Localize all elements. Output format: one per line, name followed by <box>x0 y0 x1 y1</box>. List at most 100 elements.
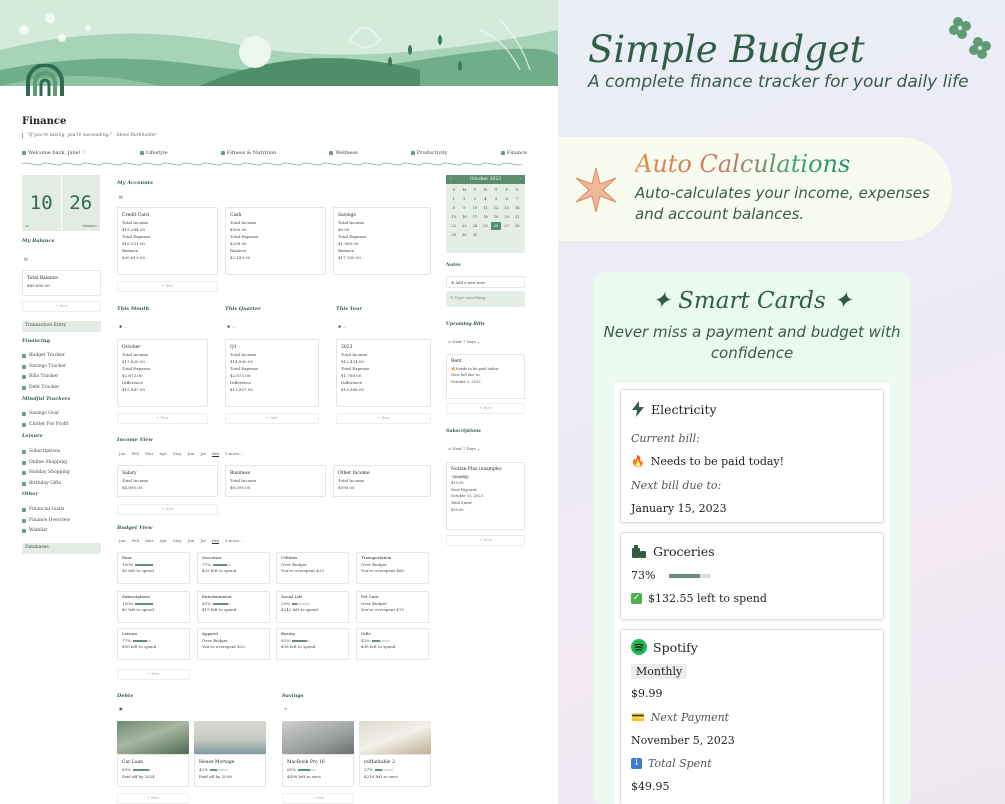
period-card-month[interactable]: October Total Income $17,820.00 Total Expen… <box>117 339 208 407</box>
calendar-day[interactable]: 3 <box>470 195 480 203</box>
tab-apr[interactable]: Apr <box>159 451 166 457</box>
calendar-day[interactable]: 24 <box>470 222 480 230</box>
tab-jul[interactable]: Jul <box>200 538 205 544</box>
account-card-savings[interactable]: Savings Total Income $0.00 Total Expense $1,… <box>333 207 431 275</box>
subscription-card[interactable]: Notion Plus (example) Monthly $10.00 Next P… <box>446 462 525 530</box>
income-card-other[interactable]: Other Income Total Income $590.00 <box>333 465 431 497</box>
debts-view-icon[interactable]: ▣ <box>119 706 123 711</box>
tab-jan[interactable]: Jan <box>119 451 126 457</box>
quarter-new-button[interactable]: + New <box>225 413 319 424</box>
budget-card[interactable]: Groceries 77% $33 left to spend <box>197 552 270 584</box>
calendar-day[interactable]: 5 <box>491 195 501 203</box>
calendar-day[interactable]: 23 <box>460 222 470 230</box>
nav-welcome[interactable]: Welcome back, Jane! ♡ <box>22 150 87 156</box>
tab-may[interactable]: May <box>173 451 182 457</box>
calendar-day[interactable]: 6 <box>502 195 512 203</box>
databases-link[interactable]: Databases <box>22 543 101 554</box>
calendar-day[interactable]: 8 <box>449 204 459 212</box>
accounts-view-icon[interactable]: ▤ <box>119 194 123 199</box>
calendar-day[interactable] <box>481 231 491 239</box>
calendar-day[interactable]: 28 <box>512 222 522 230</box>
subs-new-button[interactable]: + New <box>446 535 525 546</box>
calendar-day[interactable] <box>512 231 522 239</box>
tab-jun[interactable]: Jun <box>188 538 195 544</box>
calendar-day[interactable]: 14 <box>512 204 522 212</box>
upcoming-new-button[interactable]: + New <box>446 403 525 414</box>
calendar-day[interactable]: 12 <box>491 204 501 212</box>
sidebar-item-finance-overview[interactable]: Finance Overview <box>22 516 70 527</box>
tab-mar[interactable]: Mar <box>145 451 153 457</box>
tab-oct[interactable]: Oct <box>211 538 219 544</box>
account-card-credit[interactable]: Credit Card Total Income $15,344.00 Total E… <box>117 207 218 275</box>
tab-jun[interactable]: Jun <box>188 451 195 457</box>
budget-card[interactable]: Leisure 77% $50 left to spend <box>117 628 190 660</box>
balance-new-button[interactable]: + New <box>22 301 101 312</box>
budget-card[interactable]: Subscriptions 100% $0 left to spend <box>117 591 190 623</box>
savings-card-macbook[interactable]: MacBook Pro 16 65% $498 left to save <box>282 754 354 787</box>
chevron-left-icon[interactable]: ‹ <box>450 175 452 184</box>
tab-feb[interactable]: Feb <box>132 538 139 544</box>
spotify-card[interactable]: Spotify Monthly $9.99 💳 Next Payment Nove… <box>620 629 884 804</box>
budget-new-button[interactable]: + New <box>117 669 190 680</box>
calendar-day[interactable]: 22 <box>449 222 459 230</box>
electricity-card[interactable]: Electricity Current bill: 🔥 Needs to be p… <box>620 389 884 523</box>
calendar-day[interactable]: 26 <box>491 222 501 230</box>
calendar-day[interactable]: 4 <box>481 195 491 203</box>
period-card-quarter[interactable]: Q1 Total Income $14,890.00 Total Expense $2,… <box>225 339 319 407</box>
subs-filter[interactable]: ⇄ Next 7 Days ⌄ <box>448 446 480 451</box>
calendar-day[interactable] <box>491 231 501 239</box>
tab-mar[interactable]: Mar <box>145 538 153 544</box>
savings-new-button[interactable]: + New <box>282 793 354 804</box>
nav-productivity[interactable]: Productivity <box>410 150 448 156</box>
calendar-day[interactable]: 9 <box>460 204 470 212</box>
sidebar-item-savings-goal[interactable]: Savings Goal <box>22 409 69 420</box>
tab-more[interactable]: 5 more... <box>225 538 243 544</box>
calendar-day[interactable]: 20 <box>502 213 512 221</box>
calendar-day[interactable]: 11 <box>481 204 491 212</box>
sidebar-item-online-shopping[interactable]: Online Shopping <box>22 458 70 469</box>
calendar-day[interactable]: 29 <box>449 231 459 239</box>
calendar-day[interactable] <box>502 231 512 239</box>
income-new-button[interactable]: + New <box>117 504 218 515</box>
calendar-day[interactable]: 25 <box>481 222 491 230</box>
sidebar-item-debt-tracker[interactable]: Debt Tracker <box>22 383 66 394</box>
debts-new-button[interactable]: + New <box>117 793 189 804</box>
calendar-day[interactable]: 31 <box>470 231 480 239</box>
chevron-right-icon[interactable]: › <box>519 175 521 184</box>
upcoming-filter[interactable]: ⇄ Next 7 Days ⌄ <box>448 339 480 344</box>
nav-fitness[interactable]: Fitness & Nutrition <box>220 150 276 156</box>
total-balance-card[interactable]: Total Balance $49,885.00 <box>22 270 101 296</box>
sidebar-item-subscriptions[interactable]: Subscriptions <box>22 447 70 458</box>
tab-jul[interactable]: Jul <box>200 451 205 457</box>
budget-card[interactable]: Beauty 83% $38 left to spend <box>276 628 349 660</box>
budget-card[interactable]: Pet Care Over Budget You're overspent $70 <box>356 591 429 623</box>
sidebar-item-bills-tracker[interactable]: Bills Tracker <box>22 372 66 383</box>
sidebar-item-birthday-gifts[interactable]: Birthday Gifts <box>22 479 70 490</box>
transaction-entry-link[interactable]: Transaction Entry <box>22 321 101 332</box>
nav-wellness[interactable]: Wellness <box>329 150 358 156</box>
sidebar-item-wishlist[interactable]: Wishlist <box>22 526 70 537</box>
savings-card-remarkable[interactable]: reMarkable 2 37% $218 left to save <box>359 754 431 787</box>
nav-lifestyle[interactable]: Lifestyle <box>139 150 168 156</box>
savings-view-icon[interactable]: ∞ <box>284 706 287 711</box>
quarter-filter[interactable]: ✱ ... <box>227 324 235 329</box>
tab-oct[interactable]: Oct <box>211 451 219 457</box>
calendar-day[interactable]: 7 <box>512 195 522 203</box>
sidebar-item-budget-tracker[interactable]: Budget Tracker <box>22 351 66 362</box>
calendar-day[interactable]: 1 <box>449 195 459 203</box>
calendar-day[interactable]: 19 <box>491 213 501 221</box>
calendar-day[interactable]: 27 <box>502 222 512 230</box>
year-filter[interactable]: ✱ ... <box>338 324 346 329</box>
tab-more[interactable]: 5 more... <box>225 451 243 457</box>
debt-card-car[interactable]: Car Loan 89% Paid off by 2024 <box>117 754 189 787</box>
income-card-salary[interactable]: Salary Total Income $4,890.00 <box>117 465 218 497</box>
calendar-day[interactable]: 16 <box>460 213 470 221</box>
add-note-button[interactable]: ⊕ Add a new note <box>446 276 525 288</box>
calendar-day[interactable]: 2 <box>460 195 470 203</box>
budget-card[interactable]: Utilities Over Budget You're overspent $20 <box>276 552 349 584</box>
month-new-button[interactable]: + New <box>117 413 208 424</box>
sidebar-item-clutter[interactable]: Clutter For Profit <box>22 420 69 431</box>
calendar-day[interactable]: 18 <box>481 213 491 221</box>
tab-jan[interactable]: Jan <box>119 538 126 544</box>
calendar-day[interactable]: 17 <box>470 213 480 221</box>
